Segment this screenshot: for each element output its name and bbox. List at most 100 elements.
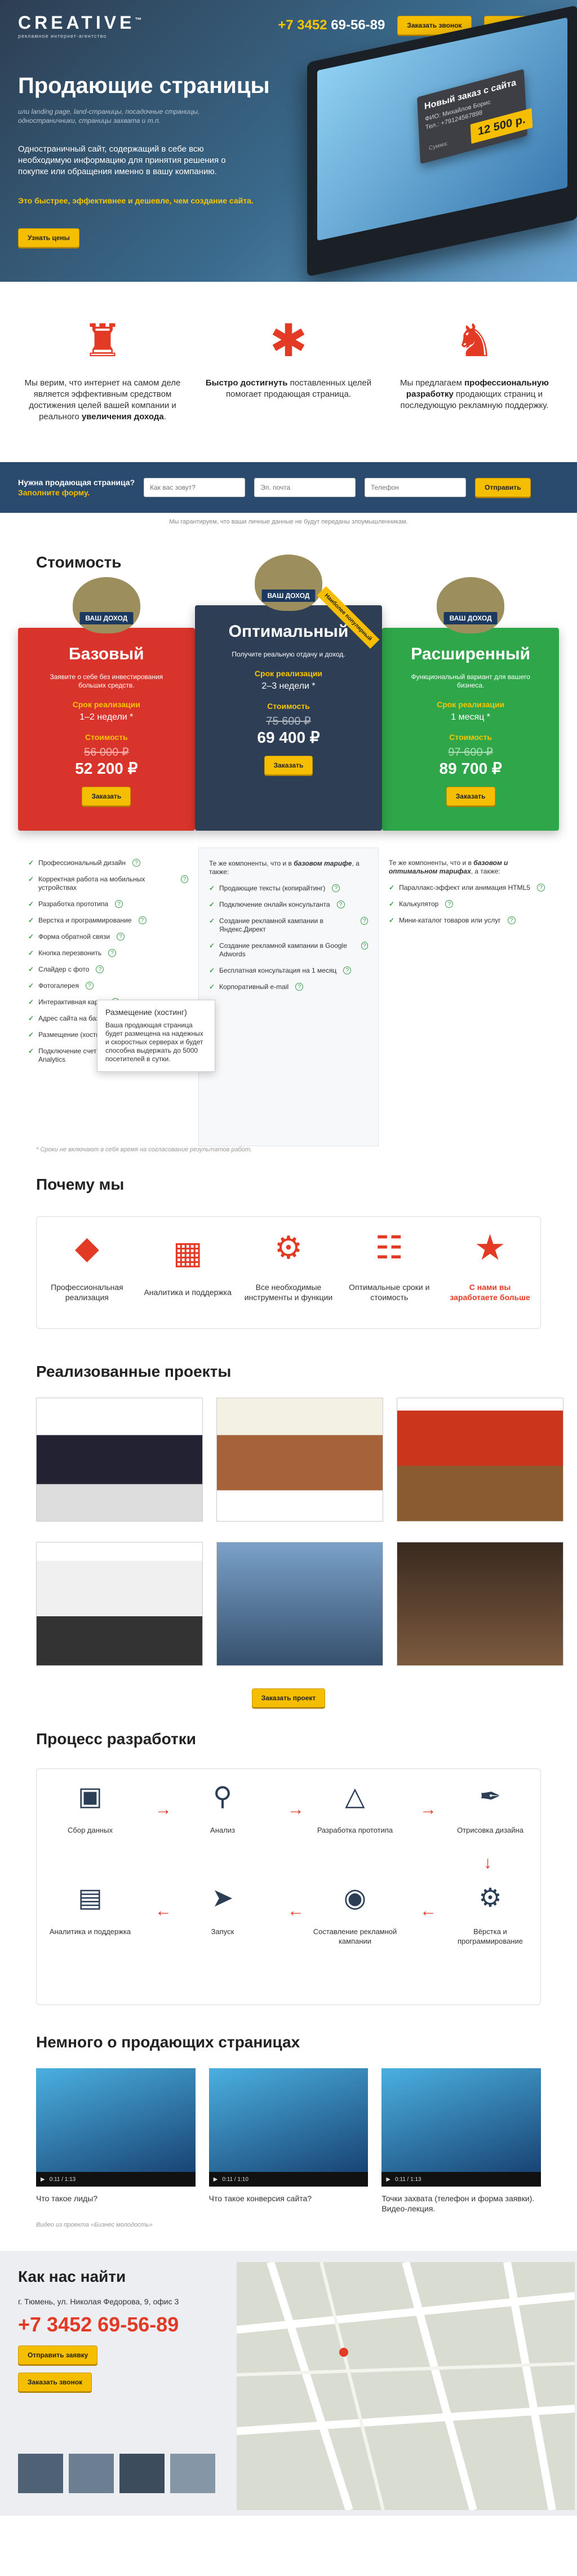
form-title: Нужна продающая страница? Заполните форм… [18, 477, 135, 498]
runner-icon: ✱ [269, 316, 308, 366]
logo[interactable]: CREATIVE™ рекламное интернет-агентство [18, 12, 145, 39]
check-icon: ✓ [208, 917, 215, 925]
plan-old-price: 75 600 ₽ [266, 715, 311, 728]
why-item: ◆ Профессиональная реализация [42, 1232, 132, 1302]
help-icon[interactable]: ? [343, 966, 352, 974]
check-icon: ✓ [389, 916, 395, 924]
compass-icon: ◉ [343, 1883, 367, 1912]
bag-label: ВАШ ДОХОД [79, 612, 134, 624]
help-icon[interactable]: ? [336, 901, 345, 908]
name-input[interactable] [144, 478, 246, 497]
project-thumb[interactable] [397, 1542, 563, 1666]
office-photo[interactable] [170, 2454, 215, 2493]
office-photo[interactable] [119, 2454, 165, 2493]
map-roads [237, 2262, 575, 2510]
logo-text: CREATIVE [18, 12, 135, 33]
submit-button[interactable]: Отправить [475, 478, 531, 497]
feature-label: Разработка прототипа [38, 900, 109, 908]
email-input[interactable] [254, 478, 356, 497]
help-icon[interactable]: ? [536, 884, 545, 892]
feature-list-item: ✓ Продающие тексты (копирайтинг)? [209, 884, 368, 893]
feature-bold: увеличения дохода [81, 412, 164, 422]
process-step: ▣ Сбор данных [48, 1783, 132, 1835]
why-item: ☷ Оптимальные сроки и стоимость [344, 1232, 434, 1302]
process-step: ⚲ Анализ [180, 1781, 265, 1835]
step-label: Составление рекламной кампании [313, 1927, 397, 1945]
why-heading: Почему мы [36, 1176, 125, 1193]
feature-income: ♜ Мы верим, что интернет на самом деле я… [18, 304, 187, 462]
help-icon[interactable]: ? [117, 933, 125, 941]
video-player[interactable]: ▶ 0:11 / 1:13 [381, 2068, 542, 2187]
help-icon[interactable]: ? [361, 942, 369, 950]
help-icon[interactable]: ? [138, 916, 147, 924]
play-icon[interactable]: ▶ [41, 2176, 45, 2183]
logo-subtitle: рекламное интернет-агентство [18, 33, 107, 39]
video-player[interactable]: ▶ 0:11 / 1:13 [36, 2068, 196, 2187]
why-us-block: ◆ Профессиональная реализация ▦ Аналитика … [36, 1216, 541, 1329]
plan-order-button[interactable]: Заказать [446, 787, 495, 806]
plan-old-price: 97 600 ₽ [448, 746, 493, 759]
help-icon[interactable]: ? [85, 982, 94, 990]
check-icon: ✓ [28, 933, 34, 941]
plan-desc: Получите реальную отдачу и доход. [232, 650, 345, 658]
help-icon[interactable]: ? [108, 949, 117, 957]
intro-text: Те же компоненты, что и в базовом и опти… [389, 859, 549, 876]
plan-new-price: 69 400 ₽ [257, 729, 320, 746]
price-button[interactable]: Узнать цены [18, 228, 79, 247]
project-thumb[interactable] [216, 1542, 383, 1666]
project-thumb[interactable] [36, 1542, 203, 1666]
check-icon: ✓ [28, 998, 34, 1006]
feature-label: Кнопка перезвонить [38, 949, 102, 957]
why-item: ⚙ Все необходимые инструменты и функции [243, 1232, 334, 1302]
video-caption: Что такое лиды? [36, 2194, 98, 2203]
help-icon[interactable]: ? [96, 965, 104, 973]
feature-text: . [163, 412, 166, 422]
help-icon[interactable]: ? [295, 983, 304, 991]
header-phone[interactable]: +7 3452 69-56-89 [278, 17, 385, 33]
help-icon[interactable]: ? [361, 917, 369, 925]
feature-label: Корпоративный e-mail [219, 983, 289, 991]
play-icon[interactable]: ▶ [386, 2176, 390, 2183]
help-icon[interactable]: ? [332, 884, 340, 892]
help-icon[interactable]: ? [115, 900, 123, 908]
video-player[interactable]: ▶ 0:11 / 1:10 [208, 2068, 369, 2187]
check-icon: ✓ [28, 965, 34, 973]
form-note: Мы гарантируем, что ваши личные данные н… [169, 518, 408, 525]
step-label: Вёрстка и программирование [458, 1927, 523, 1945]
feature-label: Создание рекламной кампании в Google Adw… [219, 942, 347, 958]
check-icon: ✓ [389, 900, 395, 908]
check-icon: ✓ [389, 884, 395, 892]
office-photo[interactable] [69, 2454, 114, 2493]
project-thumb[interactable] [216, 1398, 383, 1522]
help-icon[interactable]: ? [445, 900, 454, 908]
order-project-button[interactable]: Заказать проект [251, 1688, 326, 1708]
feature-label: Параллакс-эффект или анимация HTML5 [399, 884, 530, 892]
feature-label: Профессиональный дизайн [38, 859, 126, 867]
feature-label: Фотогалерея [38, 982, 79, 990]
project-image [217, 1398, 383, 1521]
arrow-right-icon: → [420, 1800, 437, 1819]
check-icon: ✓ [208, 901, 215, 908]
feature-list-item: ✓ Бесплатная консультация на 1 месяц? [209, 966, 368, 975]
map[interactable] [237, 2262, 575, 2510]
project-thumb[interactable] [397, 1398, 563, 1522]
feature-list-item: ✓ Профессиональный дизайн? [28, 859, 188, 867]
feature-list-item: ✓ Параллакс-эффект или анимация HTML5? [389, 884, 549, 892]
feature-list-item: ✓ Корпоративный e-mail? [209, 983, 368, 991]
plan-order-button[interactable]: Заказать [264, 756, 313, 775]
video-time: 0:11 / 1:13 [395, 2176, 421, 2183]
help-icon[interactable]: ? [180, 875, 188, 883]
help-icon[interactable]: ? [132, 859, 141, 867]
send-request-button[interactable]: Отправить заявку [18, 2346, 98, 2365]
office-photo[interactable] [18, 2454, 63, 2493]
plan-order-button[interactable]: Заказать [82, 787, 131, 806]
phone-input[interactable] [365, 478, 467, 497]
play-icon[interactable]: ▶ [214, 2176, 218, 2183]
call-me-button[interactable]: Заказать звонок [18, 2373, 92, 2392]
project-thumb[interactable] [36, 1398, 203, 1522]
search-icon: ⚲ [213, 1781, 232, 1811]
video-controls: ▶ 0:11 / 1:10 [208, 2172, 369, 2187]
feature-label: Верстка и программирование [38, 916, 132, 924]
check-icon: ✓ [28, 1047, 34, 1055]
help-icon[interactable]: ? [507, 916, 516, 924]
